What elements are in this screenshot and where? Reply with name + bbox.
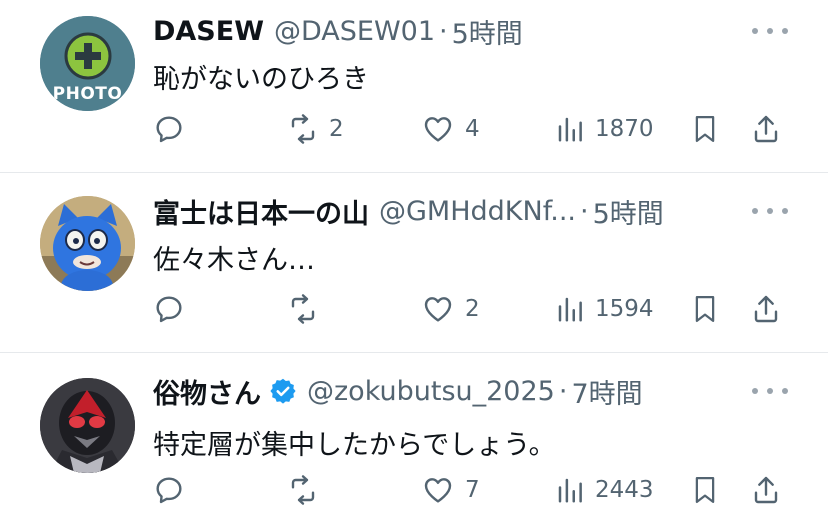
bookmark-icon	[695, 477, 715, 503]
tweet-1[interactable]: PHOTO DASEW @DASEW01 · 5時間 恥がないのひろき 2 4 …	[0, 0, 828, 172]
more-icon[interactable]	[752, 21, 788, 41]
like-count: 2	[465, 296, 480, 322]
bookmark-icon	[695, 116, 715, 142]
more-icon[interactable]	[752, 201, 788, 221]
user-handle[interactable]: @zokubutsu_2025	[307, 376, 555, 407]
views-count: 2443	[595, 477, 654, 503]
display-name[interactable]: 俗物さん	[153, 374, 261, 409]
like-count: 4	[465, 116, 480, 142]
reply-icon	[156, 477, 182, 504]
avatar-label: PHOTO	[52, 84, 123, 104]
bookmark-button[interactable]	[690, 293, 720, 325]
avatar[interactable]: PHOTO	[40, 16, 135, 111]
retweet-icon	[291, 475, 315, 505]
retweet-icon	[291, 114, 315, 144]
bookmark-icon	[695, 296, 715, 322]
like-icon	[424, 478, 452, 503]
share-icon	[754, 295, 778, 323]
bookmark-button[interactable]	[690, 474, 720, 506]
views-icon	[558, 297, 582, 322]
like-count: 7	[465, 477, 480, 503]
reply-button[interactable]	[153, 474, 185, 506]
timestamp[interactable]: 5時間	[452, 14, 523, 49]
verified-badge	[269, 377, 297, 405]
more-icon[interactable]	[752, 381, 788, 401]
separator-dot: ·	[439, 15, 448, 47]
tweet-header: 富士は日本一の山 @GMHddKNf... · 5時間	[153, 194, 738, 229]
share-button[interactable]	[750, 293, 782, 325]
like-button[interactable]: 2	[421, 293, 480, 325]
display-name[interactable]: 富士は日本一の山	[153, 194, 369, 229]
tweet-text: 恥がないのひろき	[153, 64, 369, 95]
views-icon	[558, 117, 582, 142]
reply-icon	[156, 296, 182, 323]
retweet-count: 2	[329, 116, 344, 142]
avatar[interactable]	[40, 196, 135, 291]
user-handle[interactable]: @GMHddKNf...	[379, 196, 576, 227]
like-button[interactable]: 7	[421, 474, 480, 506]
views-button[interactable]: 1870	[555, 113, 654, 145]
retweet-button[interactable]: 2	[287, 113, 344, 145]
tweet-2[interactable]: 富士は日本一の山 @GMHddKNf... · 5時間 佐々木さん… 2 159…	[0, 173, 828, 352]
separator-dot: ·	[558, 375, 568, 407]
views-count: 1870	[595, 116, 654, 142]
share-icon	[754, 115, 778, 143]
like-icon	[424, 297, 452, 322]
views-button[interactable]: 2443	[555, 474, 654, 506]
retweet-icon	[291, 294, 315, 324]
timestamp[interactable]: 5時間	[593, 194, 664, 229]
masked-hero-avatar-image	[40, 378, 135, 473]
retweet-button[interactable]	[287, 293, 319, 325]
user-handle[interactable]: @DASEW01	[274, 16, 435, 47]
reply-button[interactable]	[153, 113, 185, 145]
display-name[interactable]: DASEW	[153, 16, 264, 47]
views-count: 1594	[595, 296, 654, 322]
bookmark-button[interactable]	[690, 113, 720, 145]
share-button[interactable]	[750, 113, 782, 145]
retweet-button[interactable]	[287, 474, 319, 506]
like-icon	[424, 117, 452, 142]
separator-dot: ·	[580, 195, 589, 227]
share-icon	[754, 476, 778, 504]
tweet-text: 佐々木さん…	[153, 245, 315, 276]
tweet-text: 特定層が集中したからでしょう。	[153, 430, 556, 461]
tweet-3[interactable]: 俗物さん @zokubutsu_2025 · 7時間 特定層が集中したからでしょ…	[0, 353, 828, 530]
timestamp[interactable]: 7時間	[571, 374, 642, 409]
blue-cat-avatar-image	[40, 196, 135, 291]
verified-icon	[270, 378, 296, 404]
tweet-header: 俗物さん @zokubutsu_2025 · 7時間	[153, 374, 738, 409]
reply-icon	[156, 116, 182, 143]
avatar[interactable]	[40, 378, 135, 473]
tweet-header: DASEW @DASEW01 · 5時間	[153, 14, 738, 49]
views-button[interactable]: 1594	[555, 293, 654, 325]
share-button[interactable]	[750, 474, 782, 506]
like-button[interactable]: 4	[421, 113, 480, 145]
views-icon	[558, 478, 582, 503]
reply-button[interactable]	[153, 293, 185, 325]
